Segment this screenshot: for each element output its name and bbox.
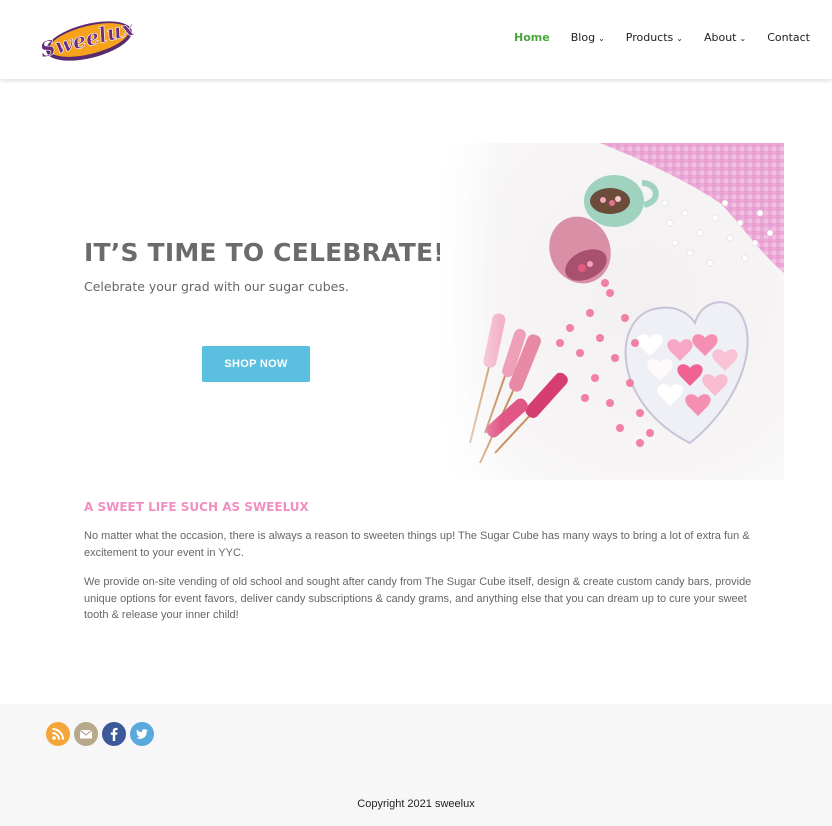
site-footer: Copyright 2021 sweelux <box>0 704 832 826</box>
email-icon[interactable] <box>74 722 98 746</box>
chevron-down-icon: ⌄ <box>676 34 683 43</box>
services-paragraph: We provide on-site vending of old school… <box>84 576 752 621</box>
hero-candy-image <box>440 143 784 480</box>
nav-blog[interactable]: Blog ⌄ <box>571 31 605 44</box>
nav-products-label: Products <box>625 31 674 44</box>
site-header: Sweelux Home Blog ⌄ Products ⌄ About ⌄ C… <box>0 0 832 79</box>
facebook-icon[interactable] <box>102 722 126 746</box>
main-nav: Home Blog ⌄ Products ⌄ About ⌄ Contact <box>493 31 810 44</box>
nav-home[interactable]: Home <box>514 31 550 44</box>
nav-home-label: Home <box>514 31 550 44</box>
intro-paragraph: No matter what the occasion, there is al… <box>84 530 750 559</box>
social-links <box>46 722 154 746</box>
twitter-icon[interactable] <box>130 722 154 746</box>
rss-icon[interactable] <box>46 722 70 746</box>
nav-about-label: About <box>703 31 737 44</box>
candy-photo-icon <box>440 143 784 480</box>
nav-blog-label: Blog <box>570 31 596 44</box>
chevron-down-icon: ⌄ <box>598 34 605 43</box>
sweelux-logo[interactable]: Sweelux <box>42 13 136 65</box>
section-heading: A SWEET LIFE SUCH AS SWEELUX <box>84 500 309 514</box>
shop-now-button[interactable]: SHOP NOW <box>202 346 310 382</box>
hero-subtitle: Celebrate your grad with our sugar cubes… <box>84 279 349 294</box>
nav-contact-label: Contact <box>767 31 810 44</box>
hero-title: IT’S TIME TO CELEBRATE! <box>84 238 445 267</box>
copyright-text: Copyright 2021 sweelux <box>357 798 475 810</box>
nav-products[interactable]: Products ⌄ <box>626 31 683 44</box>
chevron-down-icon: ⌄ <box>739 34 747 43</box>
nav-about[interactable]: About ⌄ <box>704 31 746 44</box>
logo-graphic: Sweelux <box>42 15 136 63</box>
nav-contact[interactable]: Contact <box>767 31 810 44</box>
